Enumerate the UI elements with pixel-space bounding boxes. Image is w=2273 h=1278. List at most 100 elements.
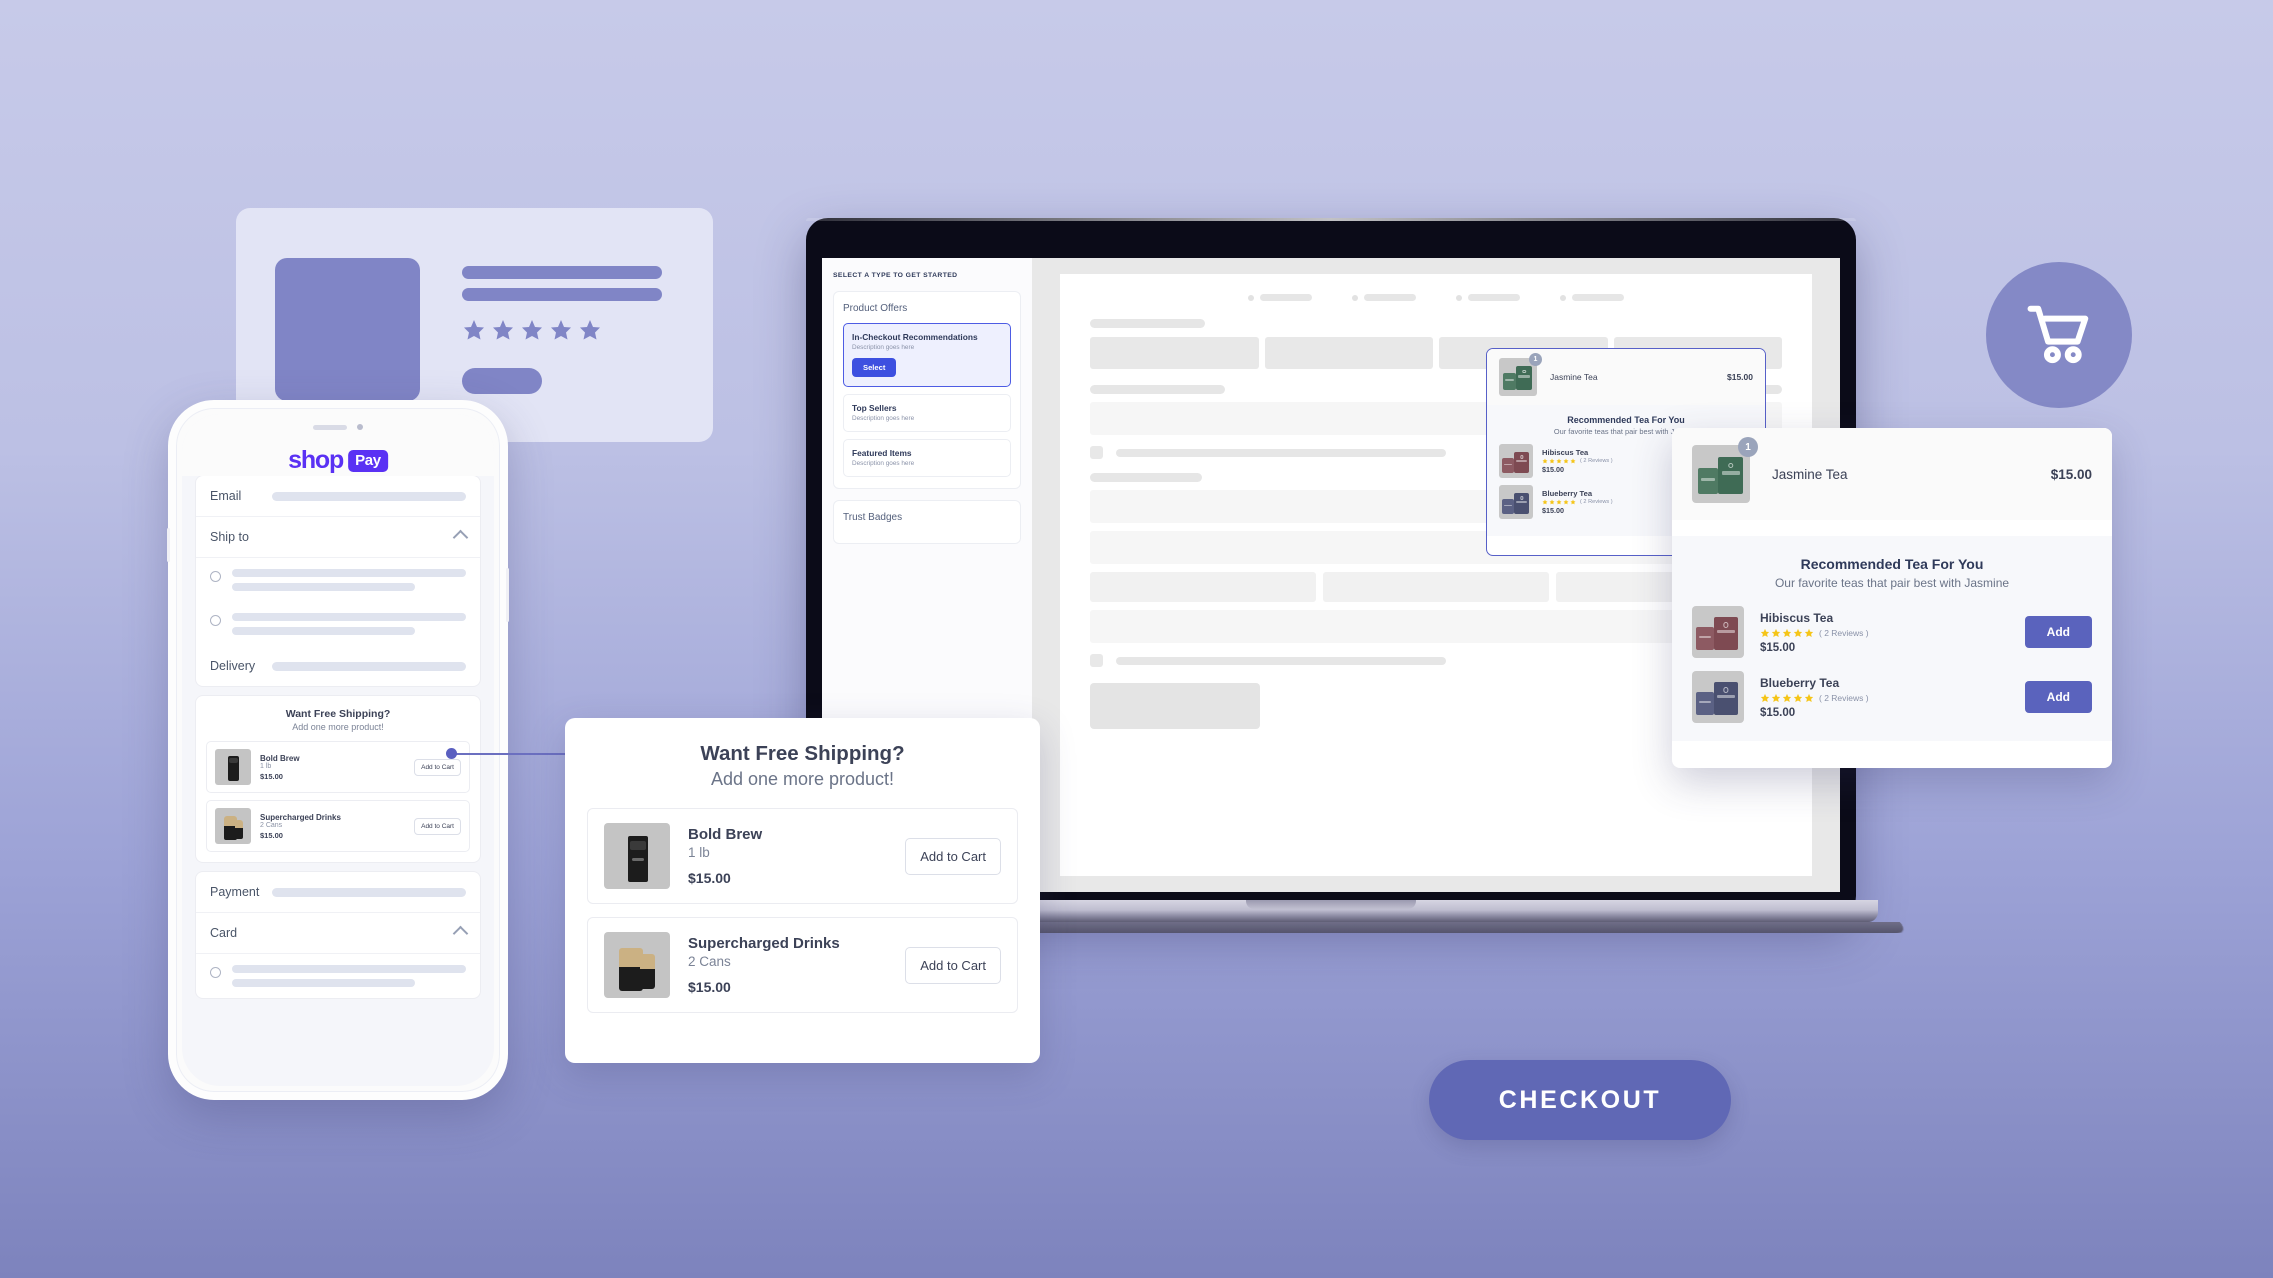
option-description: Description goes here (852, 415, 915, 422)
sidebar-eyebrow: SELECT A TYPE TO GET STARTED (833, 272, 958, 279)
recommendation-title: Recommended Tea For You (1800, 556, 1984, 572)
select-button[interactable]: Select (852, 358, 897, 377)
delivery-value-placeholder (272, 661, 466, 671)
radio-button[interactable] (210, 967, 221, 978)
option-title: Top Sellers (852, 403, 897, 413)
star-icon (464, 320, 484, 340)
payment-row[interactable]: Payment (196, 872, 480, 913)
item-price: $15.00 (1760, 706, 1796, 719)
coffee-bag-icon (215, 749, 251, 785)
quantity-badge: 1 (1738, 437, 1758, 457)
card-option[interactable] (196, 954, 480, 998)
star-icon (493, 320, 513, 340)
connector-dot-start (446, 748, 457, 759)
review-count: ( 2 Reviews ) (1580, 458, 1613, 464)
item-price: $15.00 (260, 771, 283, 781)
recommendation-subtitle: Our favorite teas that pair best with Ja… (1774, 576, 2010, 590)
star-icon (1563, 499, 1569, 505)
item-price: $15.00 (688, 979, 731, 995)
chevron-up-icon[interactable] (452, 925, 469, 941)
cart-line-item: 1 Jasmine Tea $15.00 (1487, 349, 1765, 405)
sidebar-group-product-offers: Product Offers In-Checkout Recommendatio… (833, 291, 1021, 489)
offer-subtitle: Add one more product! (710, 769, 895, 789)
cart-line-item: 1 Jasmine Tea $15.00 (1672, 428, 2112, 520)
star-icon (580, 320, 600, 340)
free-shipping-offer-mini: Want Free Shipping? Add one more product… (196, 696, 480, 862)
add-button[interactable]: Add (2024, 681, 2092, 713)
add-to-cart-button[interactable]: Add to Cart (905, 837, 1001, 875)
recommendation-item: Hibiscus Tea ( 2 Reviews ) $15.00 Add (1692, 606, 2092, 658)
recommendation-item: Blueberry Tea ( 2 Reviews ) $15.00 Add (1692, 671, 2092, 723)
address-placeholder (232, 569, 466, 591)
star-icon (1793, 693, 1803, 702)
star-icon (1771, 628, 1781, 637)
review-count: ( 2 Reviews ) (1580, 499, 1613, 505)
recommendation-body: Recommended Tea For You Our favorite tea… (1672, 536, 2112, 741)
star-icon (1570, 499, 1576, 505)
star-icon (1760, 693, 1770, 702)
shopping-cart-icon (2027, 305, 2089, 364)
delivery-row[interactable]: Delivery (196, 646, 480, 686)
chevron-up-icon[interactable] (452, 529, 469, 545)
ship-to-row[interactable]: Ship to (196, 517, 480, 558)
star-icon (1556, 499, 1562, 505)
sidebar-option-top-sellers[interactable]: Top Sellers Description goes here (843, 394, 1011, 432)
email-value-placeholder (272, 491, 466, 501)
delivery-label: Delivery (210, 659, 256, 673)
drink-can-icon (215, 808, 251, 844)
group-title: Product Offers (843, 303, 908, 314)
payment-card: Payment Card (196, 872, 480, 998)
cart-item-name: Jasmine Tea (1550, 372, 1598, 382)
group-title: Trust Badges (843, 512, 903, 523)
section-label-placeholder (1090, 319, 1205, 328)
card-placeholder (232, 965, 466, 987)
recommended-tea-card: 1 Jasmine Tea $15.00 Recommended Tea For… (1672, 428, 2112, 768)
item-name: Supercharged Drinks (260, 812, 341, 822)
offer-item: Bold Brew 1 lb $15.00 Add to Cart (206, 741, 470, 793)
offer-title: Want Free Shipping? (285, 708, 391, 720)
sidebar-option-in-checkout-recommendations[interactable]: In-Checkout Recommendations Description … (843, 323, 1011, 387)
item-name: Blueberry Tea (1760, 675, 1840, 690)
checkout-button[interactable]: CHECKOUT (1429, 1060, 1731, 1140)
cart-item-name: Jasmine Tea (1772, 466, 1848, 482)
radio-button[interactable] (210, 615, 221, 626)
item-price: $15.00 (1760, 641, 1796, 654)
shopping-cart-badge (1986, 262, 2132, 408)
item-name: Supercharged Drinks (688, 935, 840, 952)
cta-button-placeholder (462, 368, 542, 394)
item-price: $15.00 (688, 870, 731, 886)
blueberry-tea-thumbnail (1499, 485, 1533, 519)
payment-value-placeholder (272, 887, 466, 897)
coffee-bag-icon (604, 823, 670, 889)
address-option[interactable] (196, 558, 480, 602)
rating-stars (462, 318, 602, 342)
offer-subtitle: Add one more product! (292, 722, 384, 732)
star-icon (1570, 458, 1576, 464)
add-to-cart-button[interactable]: Add to Cart (414, 758, 461, 776)
add-to-cart-button[interactable]: Add to Cart (905, 946, 1001, 984)
cart-item-price: $15.00 (2050, 466, 2092, 482)
star-icon (551, 320, 571, 340)
steps-placeholder (1090, 294, 1782, 301)
star-icon (1549, 499, 1555, 505)
add-button[interactable]: Add (2024, 616, 2092, 648)
free-shipping-offer-card: Want Free Shipping? Add one more product… (565, 718, 1040, 1063)
divider (1672, 520, 2112, 536)
card-row[interactable]: Card (196, 913, 480, 954)
item-variant: 1 lb (688, 845, 710, 860)
email-row[interactable]: Email (196, 476, 480, 517)
add-to-cart-button[interactable]: Add to Cart (414, 817, 461, 835)
jasmine-tea-thumbnail: 1 (1499, 353, 1542, 396)
star-icon (1549, 458, 1555, 464)
review-count: ( 2 Reviews ) (1819, 627, 1869, 638)
recommendation-title: Recommended Tea For You (1567, 415, 1685, 425)
radio-button[interactable] (210, 571, 221, 582)
star-icon (522, 320, 542, 340)
quantity-badge: 1 (1529, 353, 1542, 366)
sidebar-group-trust-badges[interactable]: Trust Badges (833, 500, 1021, 544)
star-icon (1804, 628, 1814, 637)
item-price: $15.00 (260, 830, 283, 840)
sidebar-option-featured-items[interactable]: Featured Items Description goes here (843, 439, 1011, 477)
address-option[interactable] (196, 602, 480, 646)
star-icon (1793, 628, 1803, 637)
